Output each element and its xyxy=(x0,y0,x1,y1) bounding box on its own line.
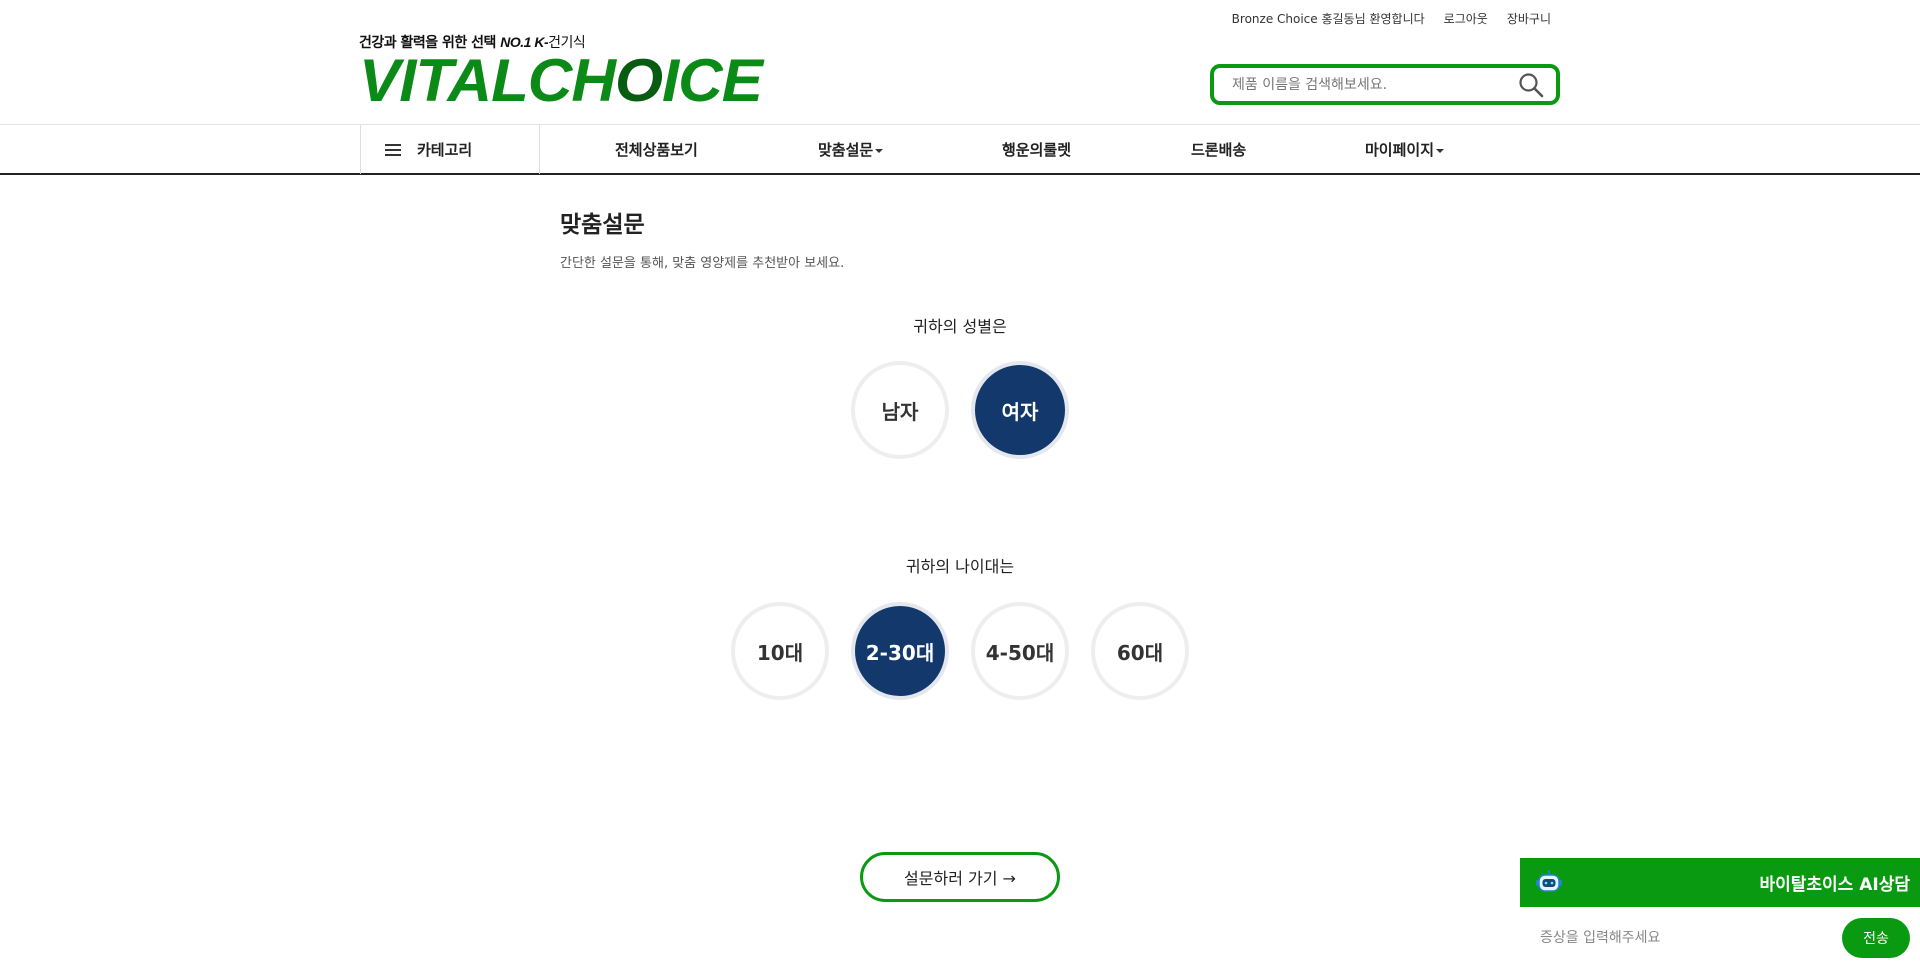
nav-all-products[interactable]: 전체상품보기 xyxy=(615,125,698,174)
age-option-20s-30s[interactable]: 2-30대 xyxy=(851,602,949,700)
ai-chat-input-area: 전송 xyxy=(1520,907,1920,969)
age-option-40s-50s[interactable]: 4-50대 xyxy=(971,602,1069,700)
site-logo[interactable]: 건강과 활력을 위한 선택 NO.1 K-건기식 VITALCHOICE xyxy=(359,32,784,111)
search-input[interactable] xyxy=(1232,76,1518,93)
nav-drone-delivery[interactable]: 드론배송 xyxy=(1191,125,1246,174)
nav-custom-survey[interactable]: 맞춤설문 xyxy=(818,125,884,174)
welcome-text: Bronze Choice 홍길동님 환영합니다 xyxy=(1231,12,1425,26)
logo-wordmark: VITALCHOICE xyxy=(359,47,763,114)
category-menu-button[interactable]: 카테고리 xyxy=(360,125,540,174)
nav-lucky-roulette[interactable]: 행운의룰렛 xyxy=(1002,125,1071,174)
hamburger-icon xyxy=(385,143,401,156)
age-option-10s[interactable]: 10대 xyxy=(731,602,829,700)
page-subtitle: 간단한 설문을 통해, 맞춤 영양제를 추천받아 보세요. xyxy=(560,256,845,271)
gender-question: 귀하의 성별은 xyxy=(913,317,1007,336)
dropdown-caret-icon xyxy=(875,149,884,153)
search-box xyxy=(1210,64,1560,105)
page-title: 맞춤설문 xyxy=(560,212,645,238)
age-option-60s[interactable]: 60대 xyxy=(1091,602,1189,700)
nav-mypage[interactable]: 마이페이지 xyxy=(1365,125,1445,174)
ai-chat-title: 바이탈초이스 AI상담 xyxy=(1759,875,1910,895)
send-button[interactable]: 전송 xyxy=(1842,918,1910,958)
start-survey-button[interactable]: 설문하러 가기 → xyxy=(860,852,1060,902)
user-utility-bar: Bronze Choice 홍길동님 환영합니다 로그아웃 장바구니 xyxy=(1232,10,1551,27)
gender-option-male[interactable]: 남자 xyxy=(851,361,949,459)
search-icon[interactable] xyxy=(1518,72,1544,98)
main-nav: 카테고리 전체상품보기 맞춤설문 행운의룰렛 드론배송 마이페이지 xyxy=(0,124,1920,175)
category-label: 카테고리 xyxy=(417,141,473,159)
symptom-input[interactable] xyxy=(1540,930,1842,946)
ai-chat-header[interactable]: 바이탈초이스 AI상담 xyxy=(1520,858,1920,907)
logout-link[interactable]: 로그아웃 xyxy=(1444,10,1488,27)
chatbot-icon xyxy=(1534,868,1564,898)
dropdown-caret-icon xyxy=(1436,149,1445,153)
gender-option-female[interactable]: 여자 xyxy=(971,361,1069,459)
age-question: 귀하의 나이대는 xyxy=(905,557,1015,576)
cart-link[interactable]: 장바구니 xyxy=(1507,10,1551,27)
